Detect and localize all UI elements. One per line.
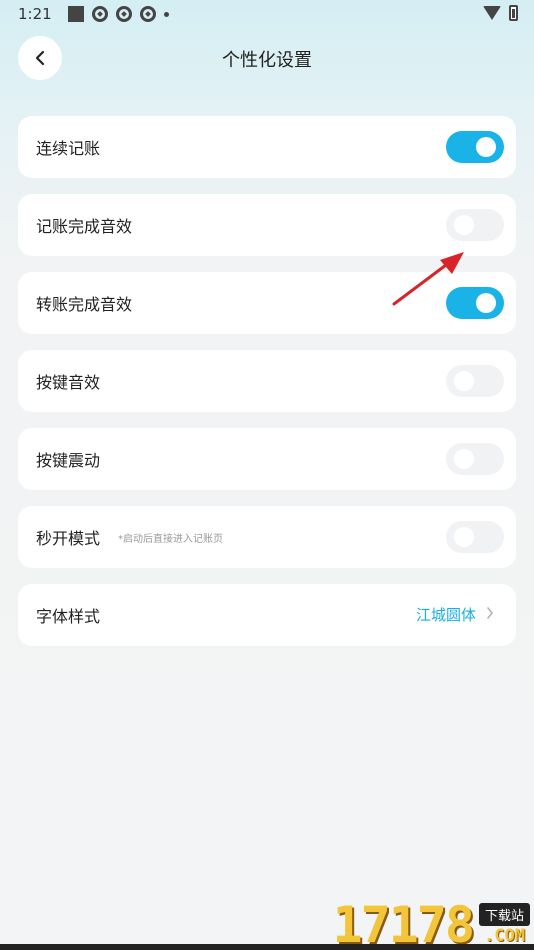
setting-record-complete-sound: 记账完成音效 [18, 194, 516, 256]
navigation-bar [0, 944, 534, 950]
setting-label: 字体样式 [36, 607, 101, 626]
toggle-knob [454, 371, 474, 391]
site-watermark-logo: 17178 下载站 .COM [304, 890, 534, 950]
notification-app-icon [115, 6, 132, 22]
watermark-domain: .COM [484, 926, 525, 946]
notification-icons [67, 6, 169, 22]
notification-square-icon [67, 6, 84, 22]
settings-list: 连续记账 记账完成音效 转账完成音效 按键音效 按键震动 秒开模式 *启动后直接… [18, 116, 516, 662]
toggle-knob [454, 449, 474, 469]
setting-key-vibration: 按键震动 [18, 428, 516, 490]
setting-key-sound: 按键音效 [18, 350, 516, 412]
setting-label: 转账完成音效 [36, 295, 133, 314]
quick-open-mode-toggle[interactable] [446, 521, 504, 553]
more-notifications-icon [163, 11, 169, 17]
toggle-knob [454, 527, 474, 547]
setting-label: 连续记账 [36, 139, 101, 158]
page-title: 个性化设置 [222, 50, 312, 71]
wifi-icon [483, 6, 501, 20]
toggle-knob [476, 137, 496, 157]
chevron-right-icon [487, 607, 493, 619]
continuous-bookkeeping-toggle[interactable] [446, 131, 504, 163]
toggle-knob [454, 215, 474, 235]
status-time: 1:21 [18, 5, 52, 23]
notification-app-icon [91, 6, 108, 22]
setting-label: 秒开模式 [36, 529, 101, 548]
key-sound-toggle[interactable] [446, 365, 504, 397]
key-vibration-toggle[interactable] [446, 443, 504, 475]
setting-label: 记账完成音效 [36, 217, 133, 236]
record-complete-sound-toggle[interactable] [446, 209, 504, 241]
header: 个性化设置 [0, 36, 534, 82]
setting-quick-open-mode: 秒开模式 *启动后直接进入记账页 [18, 506, 516, 568]
setting-label: 按键音效 [36, 373, 101, 392]
system-icons [483, 5, 518, 21]
setting-continuous-bookkeeping: 连续记账 [18, 116, 516, 178]
transfer-complete-sound-toggle[interactable] [446, 287, 504, 319]
watermark-tag: 下载站 [478, 903, 530, 926]
setting-transfer-complete-sound: 转账完成音效 [18, 272, 516, 334]
setting-font-style[interactable]: 字体样式 江城圆体 [18, 584, 516, 646]
setting-label: 按键震动 [36, 451, 101, 470]
font-style-value: 江城圆体 [415, 606, 476, 624]
status-bar: 1:21 [0, 0, 534, 28]
watermark-number: 17178 [332, 896, 475, 950]
battery-icon [509, 5, 518, 21]
notification-app-icon [139, 6, 156, 22]
setting-hint: *启动后直接进入记账页 [118, 533, 224, 545]
watermark-side: 下载站 .COM [478, 903, 530, 946]
toggle-knob [476, 293, 496, 313]
